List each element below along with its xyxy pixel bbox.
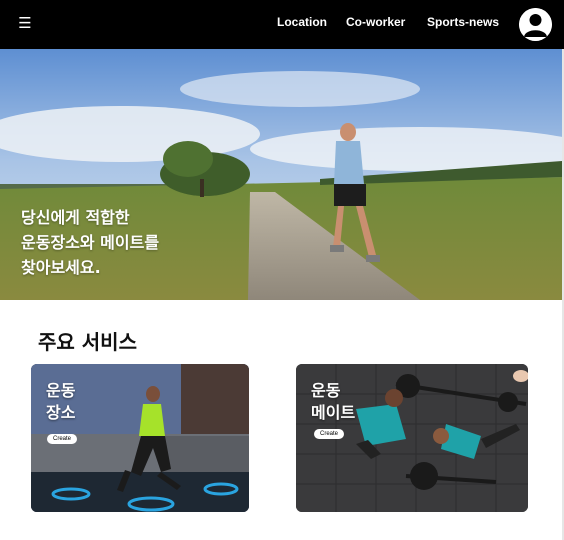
service-card-mate[interactable]: 운동 메이트 Create [296, 364, 528, 512]
top-navbar: ☰ Location Co-worker Sports-news [0, 0, 564, 49]
hero-line-2: 운동장소와 메이트를 [21, 233, 160, 252]
nav-link-coworker[interactable]: Co-worker [346, 14, 405, 30]
nav-link-location[interactable]: Location [277, 14, 327, 30]
card-place-title-line-2: 장소 [46, 403, 76, 422]
nav-link-sports-news[interactable]: Sports-news [427, 14, 499, 30]
card-mate-title: 운동 메이트 [311, 380, 355, 424]
hero-line-1: 당신에게 적합한 [21, 208, 130, 227]
card-mate-title-line-1: 운동 [311, 381, 341, 400]
card-place-title-line-1: 운동 [46, 381, 76, 400]
section-title: 주요 서비스 [38, 330, 137, 354]
hero-banner: 당신에게 적합한 운동장소와 메이트를 찾아보세요. [0, 49, 562, 300]
create-mate-button[interactable]: Create [314, 429, 345, 439]
card-mate-title-line-2: 메이트 [311, 403, 356, 422]
hamburger-icon[interactable]: ☰ [17, 13, 33, 33]
service-card-place[interactable]: 운동 장소 Create [31, 364, 249, 512]
user-avatar-icon[interactable] [519, 8, 552, 41]
create-place-button[interactable]: Create [47, 434, 78, 444]
hero-headline: 당신에게 적합한 운동장소와 메이트를 찾아보세요. [21, 205, 159, 280]
card-place-title: 운동 장소 [46, 380, 75, 424]
hero-line-3: 찾아보세요. [21, 258, 101, 277]
